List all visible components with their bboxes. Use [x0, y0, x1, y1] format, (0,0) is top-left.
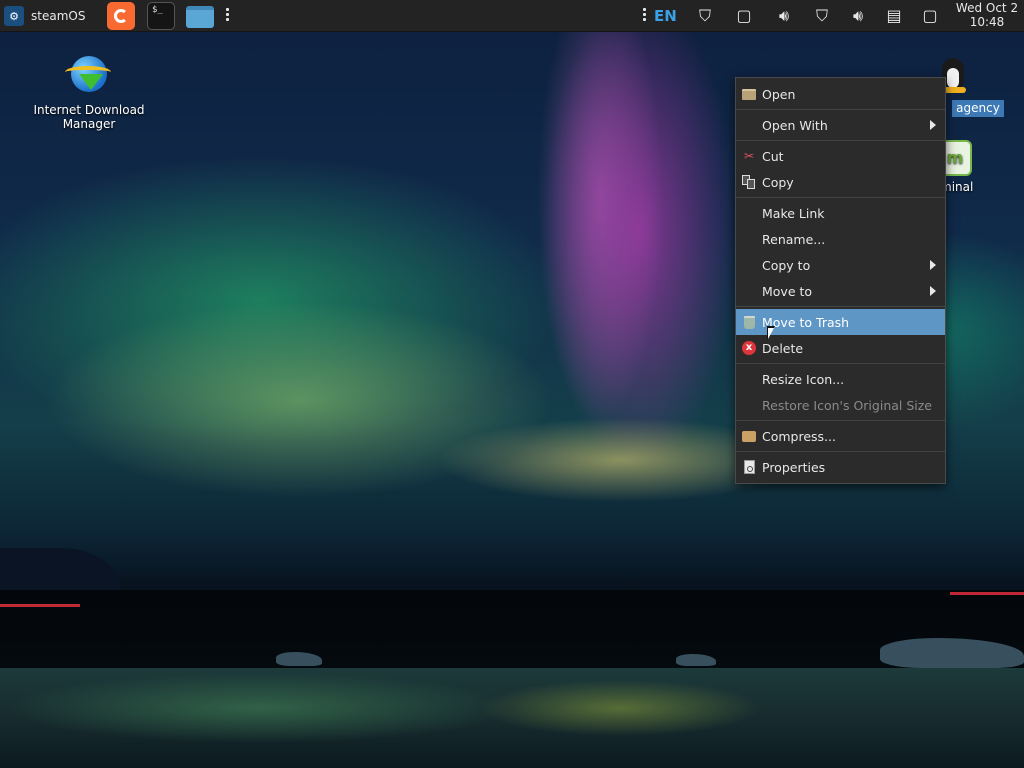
top-panel: ⚙ steamOS $_ EN ⛉ ▢ 🔊︎ ⛉ 🔊︎ ▤ ▢ Wed Oct …	[0, 0, 1024, 32]
menu-item-label: Open	[762, 86, 796, 102]
menu-item-label: Make Link	[762, 205, 825, 221]
application-menu-button[interactable]: ⚙ steamOS	[4, 5, 85, 27]
volume-icon[interactable]: 🔊︎	[774, 6, 794, 26]
menu-item-rename[interactable]: Rename...	[736, 226, 945, 252]
wallpaper-lights	[950, 592, 1024, 595]
desktop-icon-label: Internet Download Manager	[33, 103, 145, 131]
menu-item-label: Resize Icon...	[762, 371, 845, 387]
trash-icon	[741, 314, 757, 330]
menu-item-label: Properties	[762, 459, 826, 475]
clock-date: Wed Oct 2	[955, 1, 1019, 15]
menu-separator	[736, 140, 945, 141]
terminal-icon: $_	[152, 5, 163, 15]
firefox-icon	[114, 9, 128, 23]
menu-item-copy-to[interactable]: Copy to	[736, 252, 945, 278]
wallpaper-ice	[676, 654, 716, 666]
menu-separator	[736, 197, 945, 198]
file-manager-launcher[interactable]	[186, 6, 214, 28]
menu-item-label: Restore Icon's Original Size	[762, 397, 933, 413]
desktop-icon-idm[interactable]: Internet Download Manager	[20, 52, 158, 131]
menu-item-label: Copy to	[762, 257, 811, 273]
shield-icon[interactable]: ⛉	[812, 6, 832, 26]
menu-item-open[interactable]: Open	[736, 81, 945, 107]
idm-icon	[65, 52, 113, 100]
mouse-cursor-icon	[768, 328, 774, 339]
menu-item-label: Compress...	[762, 428, 836, 444]
desktop-icon-label: agency	[952, 100, 1004, 117]
window-icon[interactable]: ▢	[734, 6, 754, 26]
clipboard-icon[interactable]: ▤	[884, 6, 904, 26]
menu-item-resize-icon[interactable]: Resize Icon...	[736, 366, 945, 392]
firefox-launcher[interactable]	[107, 2, 135, 30]
submenu-arrow-icon	[930, 286, 936, 296]
wallpaper-ice	[276, 652, 322, 666]
wallpaper-horizon	[0, 590, 1024, 670]
clock-time: 10:48	[969, 15, 1005, 29]
menu-item-label: Move to Trash	[762, 314, 850, 330]
menu-item-move-to[interactable]: Move to	[736, 278, 945, 304]
menu-item-compress[interactable]: Compress...	[736, 423, 945, 449]
application-menu-label: steamOS	[31, 9, 86, 23]
menu-item-open-with[interactable]: Open With	[736, 112, 945, 138]
menu-separator	[736, 420, 945, 421]
submenu-arrow-icon	[930, 120, 936, 130]
folder-icon	[741, 86, 757, 102]
menu-separator	[736, 306, 945, 307]
menu-separator	[736, 109, 945, 110]
submenu-arrow-icon	[930, 260, 936, 270]
menu-item-label: Cut	[762, 148, 784, 164]
panel-menu-icon[interactable]	[226, 8, 230, 23]
copy-icon	[741, 174, 757, 190]
clock[interactable]: Wed Oct 2 10:48	[952, 1, 1022, 29]
window-icon[interactable]: ▢	[920, 6, 940, 26]
terminal-launcher[interactable]: $_	[147, 2, 175, 30]
menu-item-label: Copy	[762, 174, 794, 190]
panel-menu-icon[interactable]	[643, 8, 647, 23]
wallpaper-lights	[0, 604, 80, 607]
menu-item-label: Move to	[762, 283, 813, 299]
menu-item-label: Open With	[762, 117, 828, 133]
delete-icon: x	[741, 340, 757, 356]
keyboard-layout-indicator[interactable]: EN	[654, 7, 677, 25]
menu-item-make-link[interactable]: Make Link	[736, 200, 945, 226]
context-menu: Open Open With ✂ Cut Copy Make Link Rena…	[735, 77, 946, 484]
volume-icon[interactable]: 🔊︎	[848, 6, 868, 26]
wallpaper-water	[0, 668, 1024, 768]
steam-logo-icon: ⚙	[4, 6, 24, 26]
menu-item-restore-icon-size: Restore Icon's Original Size	[736, 392, 945, 418]
menu-separator	[736, 451, 945, 452]
menu-item-properties[interactable]: Properties	[736, 454, 945, 480]
menu-item-label: Delete	[762, 340, 804, 356]
scissors-icon: ✂	[743, 149, 755, 163]
menu-item-cut[interactable]: ✂ Cut	[736, 143, 945, 169]
archive-icon	[741, 428, 757, 444]
menu-item-label: Rename...	[762, 231, 826, 247]
menu-separator	[736, 363, 945, 364]
properties-icon	[741, 459, 757, 475]
shield-icon[interactable]: ⛉	[695, 6, 715, 26]
menu-item-copy[interactable]: Copy	[736, 169, 945, 195]
